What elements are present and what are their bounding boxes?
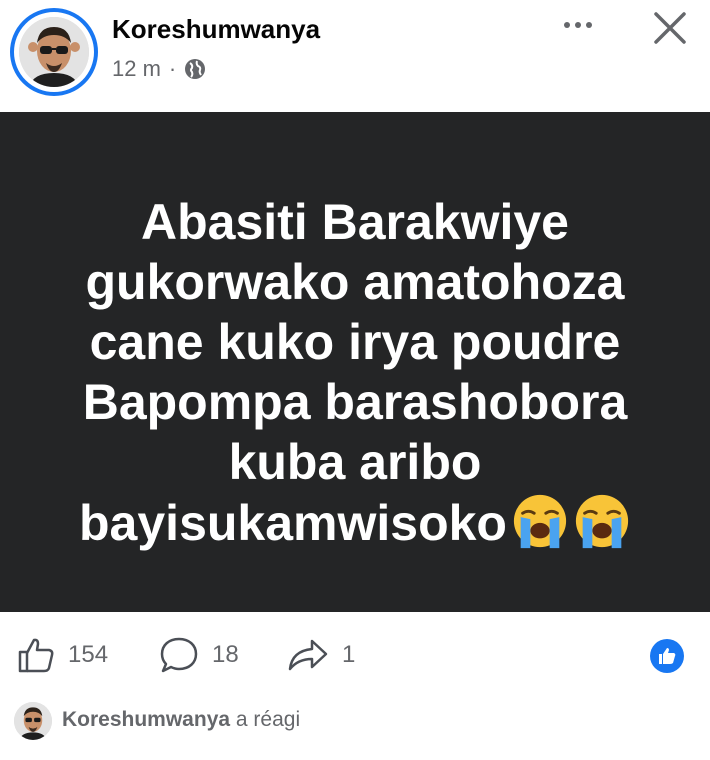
thumbs-up-icon	[18, 638, 54, 673]
post-body: Abasiti Barakwiye gukorwako amatohoza ca…	[45, 192, 665, 553]
close-button[interactable]	[648, 6, 692, 50]
more-options-button[interactable]	[553, 10, 603, 40]
post-actions-bar: 154 18 1	[0, 625, 710, 689]
reaction-label: a réagi	[235, 708, 301, 731]
post-time[interactable]: 12 m	[112, 56, 161, 82]
thumbs-up-filled-icon	[659, 648, 676, 664]
share-count: 1	[342, 641, 356, 668]
comment-count: 18	[212, 641, 239, 668]
reactor-name[interactable]: Koreshumwanya	[62, 708, 230, 731]
like-count: 154	[68, 641, 109, 668]
like-button[interactable]: 154	[16, 635, 108, 675]
globe-icon	[185, 59, 206, 79]
reaction-row[interactable]: Koreshumwanya a réagi	[0, 694, 710, 750]
reaction-summary: Koreshumwanya a réagi	[62, 708, 300, 732]
meta-separator: ·	[168, 56, 177, 81]
post-text-card: Abasiti Barakwiye gukorwako amatohoza ca…	[0, 112, 710, 612]
reactor-avatar[interactable]	[14, 702, 52, 740]
loudly-crying-face-icon	[575, 494, 629, 548]
share-button[interactable]: 1	[286, 635, 355, 675]
avatar-photo	[19, 17, 89, 87]
dot-icon	[564, 22, 570, 28]
dot-icon	[575, 22, 581, 28]
post-header: Koreshumwanya 12 m ·	[0, 0, 710, 112]
dot-icon	[586, 22, 592, 28]
share-arrow-icon	[288, 639, 328, 671]
like-reaction-badge[interactable]	[650, 639, 684, 673]
comment-icon	[160, 637, 198, 673]
close-icon	[654, 12, 686, 44]
comment-button[interactable]: 18	[158, 635, 239, 675]
author-name[interactable]: Koreshumwanya	[112, 14, 320, 45]
author-avatar[interactable]	[10, 8, 98, 96]
loudly-crying-face-icon	[513, 494, 567, 548]
post-meta: 12 m ·	[112, 56, 206, 82]
